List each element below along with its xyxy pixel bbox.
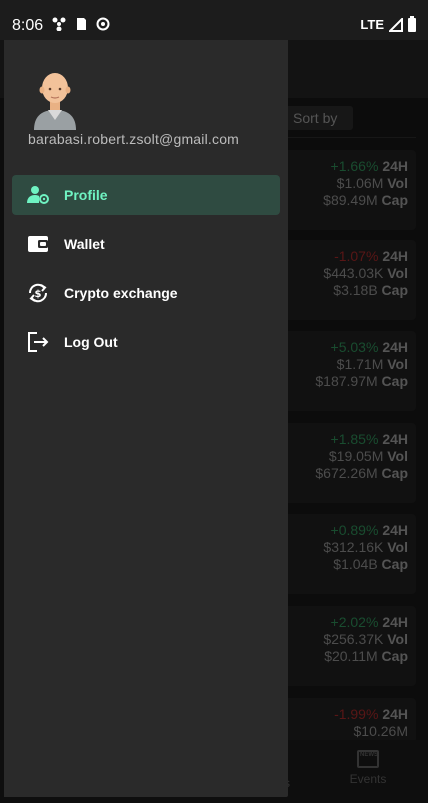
menu-item-profile[interactable]: Profile xyxy=(12,175,280,215)
wallet-icon xyxy=(26,232,50,256)
crypto-exchange-icon: $ xyxy=(26,281,50,305)
menu-item-wallet[interactable]: Wallet xyxy=(12,224,280,264)
navigation-drawer: barabasi.robert.zsolt@gmail.com Profile … xyxy=(4,12,288,797)
fan-icon xyxy=(52,17,66,31)
status-bar: 8:06 LTE xyxy=(0,0,428,40)
logout-icon xyxy=(26,330,50,354)
menu-item-label: Crypto exchange xyxy=(64,285,178,301)
status-time: 8:06 xyxy=(12,17,44,34)
network-type: LTE xyxy=(360,17,384,32)
avatar xyxy=(34,73,76,130)
user-email: barabasi.robert.zsolt@gmail.com xyxy=(28,131,240,147)
menu-item-logout[interactable]: Log Out xyxy=(12,322,280,362)
sd-card-icon xyxy=(77,18,86,30)
menu-item-crypto-exchange[interactable]: $ Crypto exchange xyxy=(12,273,280,313)
battery-icon xyxy=(408,15,416,32)
svg-text:$: $ xyxy=(35,289,42,300)
menu-item-label: Log Out xyxy=(64,334,118,350)
drawer-menu: Profile Wallet $ Crypto exchange Log Out xyxy=(12,175,280,371)
menu-item-label: Profile xyxy=(64,187,108,203)
menu-item-label: Wallet xyxy=(64,236,105,252)
profile-settings-icon xyxy=(26,183,50,207)
sync-icon xyxy=(96,17,110,31)
signal-icon xyxy=(389,17,403,32)
